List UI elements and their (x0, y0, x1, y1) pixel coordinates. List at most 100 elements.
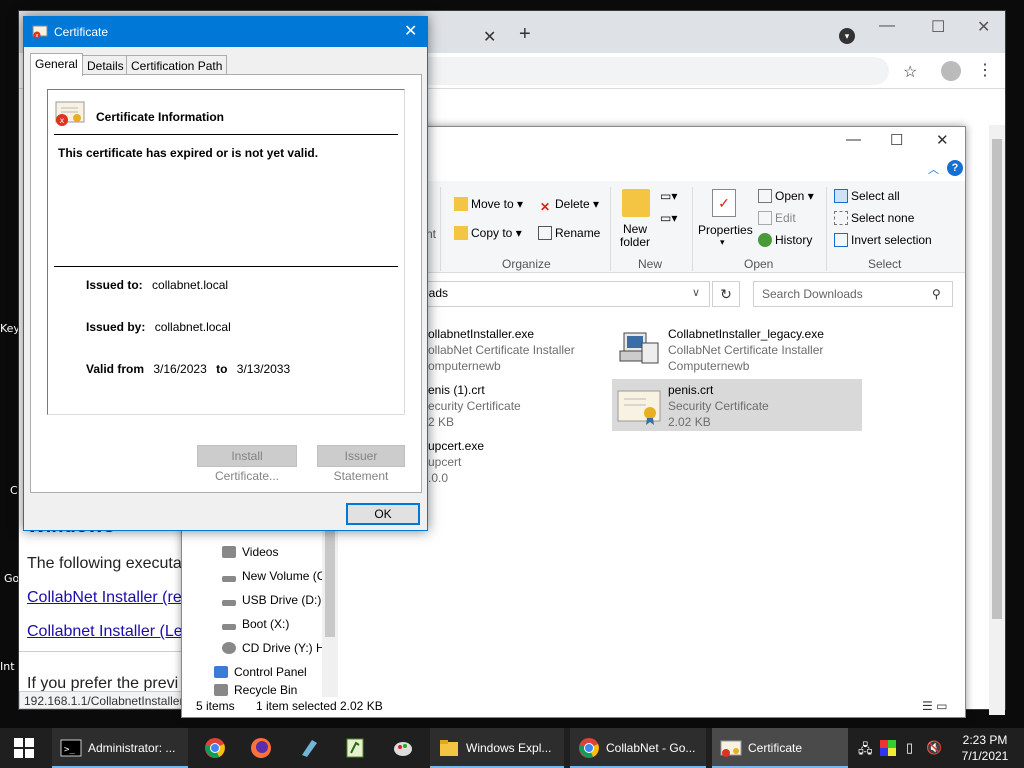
drive-icon (222, 600, 236, 606)
firefox-pinned-icon[interactable] (250, 737, 272, 759)
properties-button[interactable]: Properties (698, 223, 753, 237)
invert-selection-button[interactable]: Invert selection (834, 233, 932, 247)
taskbar-item-certificate[interactable]: Certificate (712, 728, 848, 768)
properties-icon: ✓ (712, 189, 736, 217)
nav-scrollbar-thumb[interactable] (325, 517, 335, 637)
tab-close-icon[interactable]: ✕ (483, 27, 496, 47)
certificate-status-message: This certificate has expired or is not y… (58, 146, 319, 160)
ok-button[interactable]: OK (346, 503, 420, 525)
certificate-icon (617, 390, 661, 425)
help-icon[interactable]: ? (947, 160, 963, 176)
explorer-close-button[interactable]: ✕ (936, 131, 949, 149)
delete-button[interactable]: ✕ Delete ▾ (538, 197, 599, 214)
paint-pinned-icon[interactable] (392, 737, 414, 759)
open-icon (758, 189, 772, 203)
profile-avatar-icon[interactable] (941, 61, 961, 81)
ribbon-separator (826, 187, 827, 271)
edit-button[interactable]: Edit (758, 211, 796, 225)
copy-to-icon (454, 226, 468, 240)
collabnet-installer-legacy-link[interactable]: Collabnet Installer (Le (27, 623, 183, 641)
chrome-maximize-button[interactable]: ☐ (931, 17, 945, 37)
file-item-selected[interactable]: penis.crt Security Certificate 2.02 KB (612, 379, 862, 431)
install-certificate-button[interactable]: Install Certificate... (197, 445, 297, 483)
file-description: upcert (428, 455, 462, 469)
divider (54, 266, 398, 267)
page-scrollbar-thumb[interactable] (992, 139, 1002, 619)
collapse-ribbon-icon[interactable]: ︿ (928, 161, 939, 177)
dialog-close-button[interactable]: ✕ (404, 21, 417, 41)
taskbar-item-chrome[interactable]: CollabNet - Go... (570, 728, 706, 768)
properties-dropdown-icon[interactable]: ▾ (720, 237, 725, 248)
file-description: ollabNet Certificate Installer (428, 343, 575, 357)
taskbar-item-terminal[interactable]: >_ Administrator: ... (52, 728, 188, 768)
refresh-button[interactable]: ↻ (712, 281, 740, 307)
nav-item-label: New Volume (C (242, 569, 326, 583)
taskbar-item-explorer[interactable]: Windows Expl... (430, 728, 564, 768)
network-tray-icon[interactable]: 🖧 (858, 740, 873, 762)
file-detail: 2.02 KB (668, 415, 711, 429)
nav-item-label: Videos (242, 545, 279, 559)
open-button[interactable]: Open ▾ (758, 189, 814, 203)
valid-to-label: to (216, 362, 228, 376)
easy-access-icon[interactable]: ▭▾ (660, 211, 677, 225)
desktop-icon-label[interactable]: Int (0, 660, 15, 673)
desktop-icon-label[interactable]: Go (4, 572, 19, 585)
select-all-button[interactable]: Select all (834, 189, 900, 203)
nav-item-new-volume[interactable]: New Volume (C (222, 569, 325, 583)
new-folder-button[interactable]: New folder (620, 223, 650, 249)
bookmark-star-icon[interactable]: ☆ (903, 62, 917, 82)
file-name: ollabnetInstaller.exe (428, 327, 535, 341)
new-item-icon[interactable]: ▭▾ (660, 189, 677, 203)
history-button[interactable]: History (758, 233, 812, 247)
tab-certification-path[interactable]: Certification Path (126, 55, 228, 75)
notepad-pinned-icon[interactable] (298, 737, 320, 759)
collabnet-installer-link[interactable]: CollabNet Installer (re (27, 589, 182, 607)
search-input[interactable]: Search Downloads (753, 281, 953, 307)
file-item[interactable]: CollabnetInstaller_legacy.exe CollabNet … (612, 323, 862, 375)
issuer-statement-button[interactable]: Issuer Statement (317, 445, 405, 483)
chrome-minimize-button[interactable]: — (879, 17, 895, 35)
new-tab-button[interactable]: + (519, 23, 531, 46)
color-tray-icon[interactable] (880, 740, 896, 756)
desktop-icon-label[interactable]: Key (0, 322, 20, 335)
explorer-maximize-button[interactable]: ☐ (890, 131, 903, 149)
usb-tray-icon[interactable]: ▯ (906, 740, 913, 756)
taskbar-item-label: Certificate (748, 741, 803, 755)
nav-item-videos[interactable]: Videos (222, 545, 278, 559)
valid-from-value: 3/16/2023 (153, 362, 207, 376)
chevron-down-icon[interactable]: ∨ (692, 286, 700, 299)
volume-muted-icon[interactable]: 🔇 (926, 740, 942, 756)
nav-item-label: CD Drive (Y:) H (242, 641, 325, 655)
drive-icon (222, 576, 236, 582)
start-button[interactable] (0, 728, 48, 768)
copy-to-button[interactable]: Copy to ▾ (454, 226, 522, 240)
move-to-button[interactable]: Move to ▾ (454, 197, 523, 211)
nav-item-usb-drive[interactable]: USB Drive (D:) (222, 593, 321, 607)
tab-search-icon[interactable]: ▾ (839, 28, 855, 44)
select-none-button[interactable]: Select none (834, 211, 914, 225)
folder-icon (440, 740, 458, 756)
nav-item-boot[interactable]: Boot (X:) (222, 617, 289, 631)
desktop-icon-label[interactable]: C (10, 484, 18, 497)
view-toggle-icons[interactable]: ☰ ▭ (922, 699, 947, 713)
chrome-icon (579, 738, 599, 758)
nav-item-control-panel[interactable]: Control Panel (214, 665, 307, 679)
system-clock[interactable]: 2:23 PM 7/1/2021 (950, 732, 1020, 764)
explorer-minimize-button[interactable]: — (846, 131, 861, 148)
history-label: History (775, 233, 813, 247)
tab-details[interactable]: Details (82, 55, 129, 75)
rename-button[interactable]: Rename (538, 226, 600, 240)
new-folder-icon (622, 189, 650, 217)
page-paragraph: The following executa (27, 555, 182, 572)
copy-to-label: Copy to (471, 226, 513, 240)
item-count: 5 items (196, 699, 235, 713)
certificate-icon: x (32, 25, 48, 39)
chrome-close-button[interactable]: ✕ (977, 17, 990, 37)
file-name: enis (1).crt (428, 383, 485, 397)
chrome-menu-icon[interactable]: ⋮ (977, 60, 993, 80)
tab-general[interactable]: General (30, 53, 83, 76)
nav-item-cd-drive[interactable]: CD Drive (Y:) H (222, 641, 325, 655)
editor-pinned-icon[interactable] (344, 737, 366, 759)
rename-icon (538, 226, 552, 240)
chrome-pinned-icon[interactable] (204, 737, 226, 759)
